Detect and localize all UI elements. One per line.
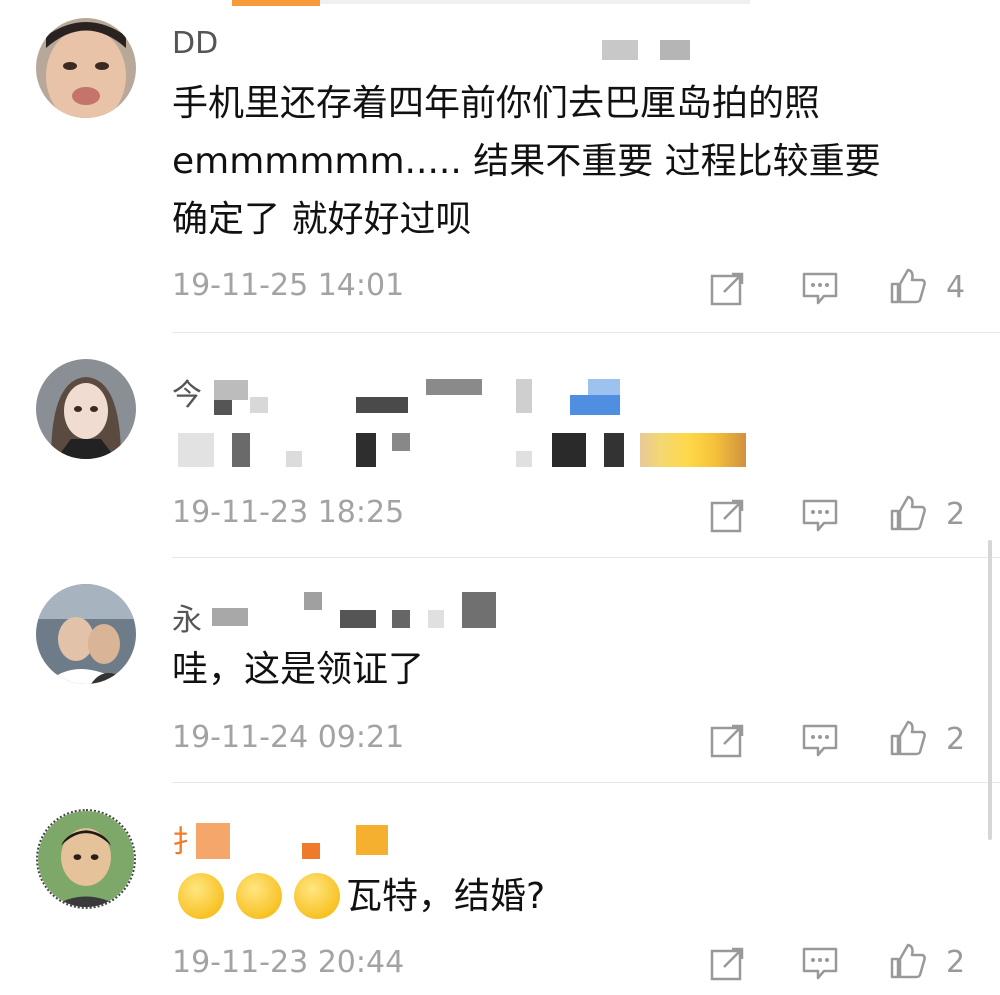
blurred-comment-text [392,433,410,451]
comment-item: DD 手机里还存着四年前你们去巴厘岛拍的照 emmmmmm..... 结果不重要… [0,0,1000,335]
thumbs-up-icon[interactable] [888,493,928,533]
username[interactable]: 永 [172,595,202,639]
timestamp: 19-11-24 09:21 [172,720,405,755]
emoji-face-icon [294,873,340,919]
comment-feed: DD 手机里还存着四年前你们去巴厘岛拍的照 emmmmmm..... 结果不重要… [0,0,1000,995]
blurred-username [392,610,410,628]
avatar-image [36,584,136,684]
blurred-comment-text [552,433,586,467]
repost-icon[interactable] [708,720,748,760]
comment-text-line: 手机里还存着四年前你们去巴厘岛拍的照 [172,83,821,124]
timestamp: 19-11-25 14:01 [172,268,405,303]
comment-item: 永 哇，这是领证了 19-11-24 09:21 2 [0,560,1000,785]
like-count: 2 [946,497,966,532]
blurred-username [356,397,408,413]
repost-icon[interactable] [708,495,748,535]
blurred-username [516,379,532,413]
blurred-username [426,379,482,395]
blurred-username [340,610,376,628]
blurred-comment-text [232,433,250,467]
avatar-image [38,811,134,907]
blurred-username [570,395,620,415]
comment-icon[interactable] [800,720,840,760]
blurred-username [214,380,248,400]
comment-icon[interactable] [800,943,840,983]
comment-text-line: 确定了 就好好过呗 [172,199,472,240]
thumbs-up-icon[interactable] [888,941,928,981]
blurred-username [588,379,620,395]
blurred-username [214,400,232,415]
blurred-username [250,397,268,413]
like-count: 2 [946,945,966,980]
blurred-username [462,592,496,628]
thumbs-up-icon[interactable] [888,718,928,758]
comment-icon[interactable] [800,268,840,308]
blurred-username-tag [660,40,690,60]
avatar[interactable] [36,18,136,118]
blurred-username [428,610,444,628]
blurred-comment-text [604,433,624,467]
comment-item: 扌 瓦特，结婚? 19-11-23 20:44 2 [0,785,1000,995]
comment-item: 今 19-11-23 18:25 2 [0,335,1000,560]
username[interactable]: 今 [172,370,202,414]
avatar[interactable] [36,359,136,459]
comment-icon[interactable] [800,495,840,535]
blurred-emoji [640,433,746,467]
thumbs-up-icon[interactable] [888,266,928,306]
blurred-comment-text [286,451,302,467]
blurred-username [304,592,322,610]
avatar[interactable] [36,809,136,909]
blurred-username [212,608,248,626]
comment-text-line: 瓦特，结婚? [346,876,546,917]
divider [172,557,1000,558]
timestamp: 19-11-23 18:25 [172,495,405,530]
blurred-username [356,825,388,855]
divider [172,782,1000,783]
emoji-face-icon [236,873,282,919]
comment-text-line: 哇，这是领证了 [172,649,425,690]
avatar-image [36,18,136,118]
scrollbar[interactable] [988,540,992,840]
username[interactable]: DD [172,26,218,61]
blurred-comment-text [516,451,532,467]
repost-icon[interactable] [708,943,748,983]
avatar-image [36,359,136,459]
like-count: 2 [946,722,966,757]
blurred-username-tag [602,40,638,60]
comment-text-line: emmmmmm..... 结果不重要 过程比较重要 [172,141,881,182]
blurred-username [196,823,230,859]
timestamp: 19-11-23 20:44 [172,945,405,980]
avatar[interactable] [36,584,136,684]
repost-icon[interactable] [708,268,748,308]
emoji-face-icon [178,873,224,919]
blurred-username [302,843,320,859]
divider [172,332,1000,333]
blurred-comment-text [178,433,214,467]
like-count: 4 [946,270,966,305]
blurred-comment-text [356,433,376,467]
